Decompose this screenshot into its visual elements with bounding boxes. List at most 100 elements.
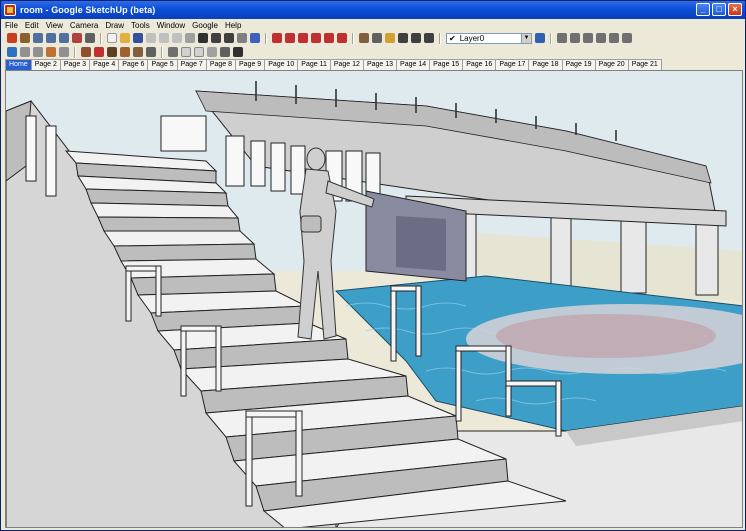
zoom-extents-icon[interactable] — [59, 33, 69, 43]
tab-page-13[interactable]: Page 13 — [362, 59, 398, 70]
save-icon[interactable] — [133, 33, 143, 43]
scale-icon[interactable] — [324, 33, 334, 43]
menu-file[interactable]: File — [5, 21, 18, 30]
menu-window[interactable]: Window — [157, 21, 185, 30]
print-icon[interactable] — [237, 33, 247, 43]
zoom-window-icon[interactable] — [46, 33, 56, 43]
iso-view-icon[interactable] — [557, 33, 567, 43]
left-view-icon[interactable] — [622, 33, 632, 43]
previous-view-icon[interactable] — [72, 33, 82, 43]
front-view-icon[interactable] — [583, 33, 593, 43]
menu-camera[interactable]: Camera — [70, 21, 98, 30]
menu-edit[interactable]: Edit — [25, 21, 39, 30]
rectangle-icon[interactable] — [81, 47, 91, 57]
pencil-icon[interactable] — [94, 47, 104, 57]
minimize-button[interactable]: _ — [696, 3, 710, 16]
tab-page-12[interactable]: Page 12 — [329, 59, 364, 70]
layer-dropdown[interactable]: ✔ Layer0 ▼ — [446, 32, 532, 44]
toolbar-separator — [550, 32, 552, 44]
tab-page-19[interactable]: Page 19 — [561, 59, 596, 70]
cut-icon[interactable] — [146, 33, 156, 43]
tab-page-21[interactable]: Page 21 — [627, 59, 662, 70]
zoom-icon[interactable] — [33, 33, 43, 43]
menu-draw[interactable]: Draw — [105, 21, 124, 30]
menu-help[interactable]: Help — [225, 21, 241, 30]
layer-current-value: Layer0 — [459, 33, 485, 43]
dimension-icon[interactable] — [372, 33, 382, 43]
freehand-icon[interactable] — [146, 47, 156, 57]
maximize-button[interactable]: □ — [712, 3, 726, 16]
share-model-icon[interactable] — [20, 47, 30, 57]
tab-page-8[interactable]: Page 8 — [205, 59, 236, 70]
toolbar-separator — [352, 32, 354, 44]
toolbar-separator — [439, 32, 441, 44]
tab-page-4[interactable]: Page 4 — [89, 59, 120, 70]
orbit-icon[interactable] — [20, 33, 30, 43]
undo-icon[interactable] — [211, 33, 221, 43]
redo-icon[interactable] — [224, 33, 234, 43]
tab-page-11[interactable]: Page 11 — [297, 59, 331, 70]
3d-text-icon[interactable] — [424, 33, 434, 43]
protractor-icon[interactable] — [385, 33, 395, 43]
push-pull-icon[interactable] — [285, 33, 295, 43]
text-icon[interactable] — [398, 33, 408, 43]
menu-tools[interactable]: Tools — [131, 21, 150, 30]
open-file-icon[interactable] — [120, 33, 130, 43]
model-viewport[interactable] — [5, 70, 743, 528]
tab-page-16[interactable]: Page 16 — [462, 59, 497, 70]
textured-style-icon[interactable] — [220, 47, 230, 57]
erase-icon[interactable] — [185, 33, 195, 43]
top-view-icon[interactable] — [570, 33, 580, 43]
tab-page-5[interactable]: Page 5 — [147, 59, 178, 70]
right-view-icon[interactable] — [596, 33, 606, 43]
menu-google[interactable]: Google — [192, 21, 218, 30]
follow-me-icon[interactable] — [311, 33, 321, 43]
polygon-icon[interactable] — [133, 47, 143, 57]
layer-manager-icon[interactable] — [535, 33, 545, 43]
toolbar-separator — [100, 32, 102, 44]
circle-icon[interactable] — [107, 47, 117, 57]
menu-bar: File Edit View Camera Draw Tools Window … — [1, 19, 745, 31]
shaded-style-icon[interactable] — [207, 47, 217, 57]
tab-page-17[interactable]: Page 17 — [495, 59, 530, 70]
tab-page-2[interactable]: Page 2 — [30, 59, 61, 70]
menu-view[interactable]: View — [46, 21, 63, 30]
tab-page-15[interactable]: Page 15 — [429, 59, 464, 70]
tab-page-7[interactable]: Page 7 — [176, 59, 207, 70]
select-icon[interactable] — [7, 33, 17, 43]
tab-page-20[interactable]: Page 20 — [594, 59, 629, 70]
rotate-icon[interactable] — [298, 33, 308, 43]
close-button[interactable]: × — [728, 3, 742, 16]
arc-icon[interactable] — [120, 47, 130, 57]
wireframe-style-icon[interactable] — [181, 47, 191, 57]
tab-page-6[interactable]: Page 6 — [118, 59, 149, 70]
place-model-icon[interactable] — [33, 47, 43, 57]
monochrome-style-icon[interactable] — [233, 47, 243, 57]
back-view-icon[interactable] — [609, 33, 619, 43]
model-info-icon[interactable] — [250, 33, 260, 43]
offset-icon[interactable] — [337, 33, 347, 43]
get-models-icon[interactable] — [7, 47, 17, 57]
delete-icon[interactable] — [198, 33, 208, 43]
tab-page-9[interactable]: Page 9 — [235, 59, 266, 70]
tab-page-3[interactable]: Page 3 — [59, 59, 91, 70]
copy-icon[interactable] — [159, 33, 169, 43]
new-file-icon[interactable] — [107, 33, 117, 43]
next-view-icon[interactable] — [85, 33, 95, 43]
title-bar[interactable]: room - Google SketchUp (beta) _ □ × — [1, 1, 745, 19]
tab-page-10[interactable]: Page 10 — [264, 59, 299, 70]
tab-home[interactable]: Home — [5, 59, 32, 70]
tape-measure-icon[interactable] — [359, 33, 369, 43]
hidden-line-style-icon[interactable] — [194, 47, 204, 57]
window-title: room - Google SketchUp (beta) — [20, 5, 156, 15]
paste-icon[interactable] — [172, 33, 182, 43]
sketchup-window: room - Google SketchUp (beta) _ □ × File… — [0, 0, 746, 531]
axes-icon[interactable] — [411, 33, 421, 43]
tab-page-14[interactable]: Page 14 — [396, 59, 431, 70]
tab-page-18[interactable]: Page 18 — [528, 59, 563, 70]
move-icon[interactable] — [272, 33, 282, 43]
toolbar-separator — [161, 46, 163, 58]
xray-style-icon[interactable] — [168, 47, 178, 57]
materials-icon[interactable] — [59, 47, 69, 57]
components-icon[interactable] — [46, 47, 56, 57]
